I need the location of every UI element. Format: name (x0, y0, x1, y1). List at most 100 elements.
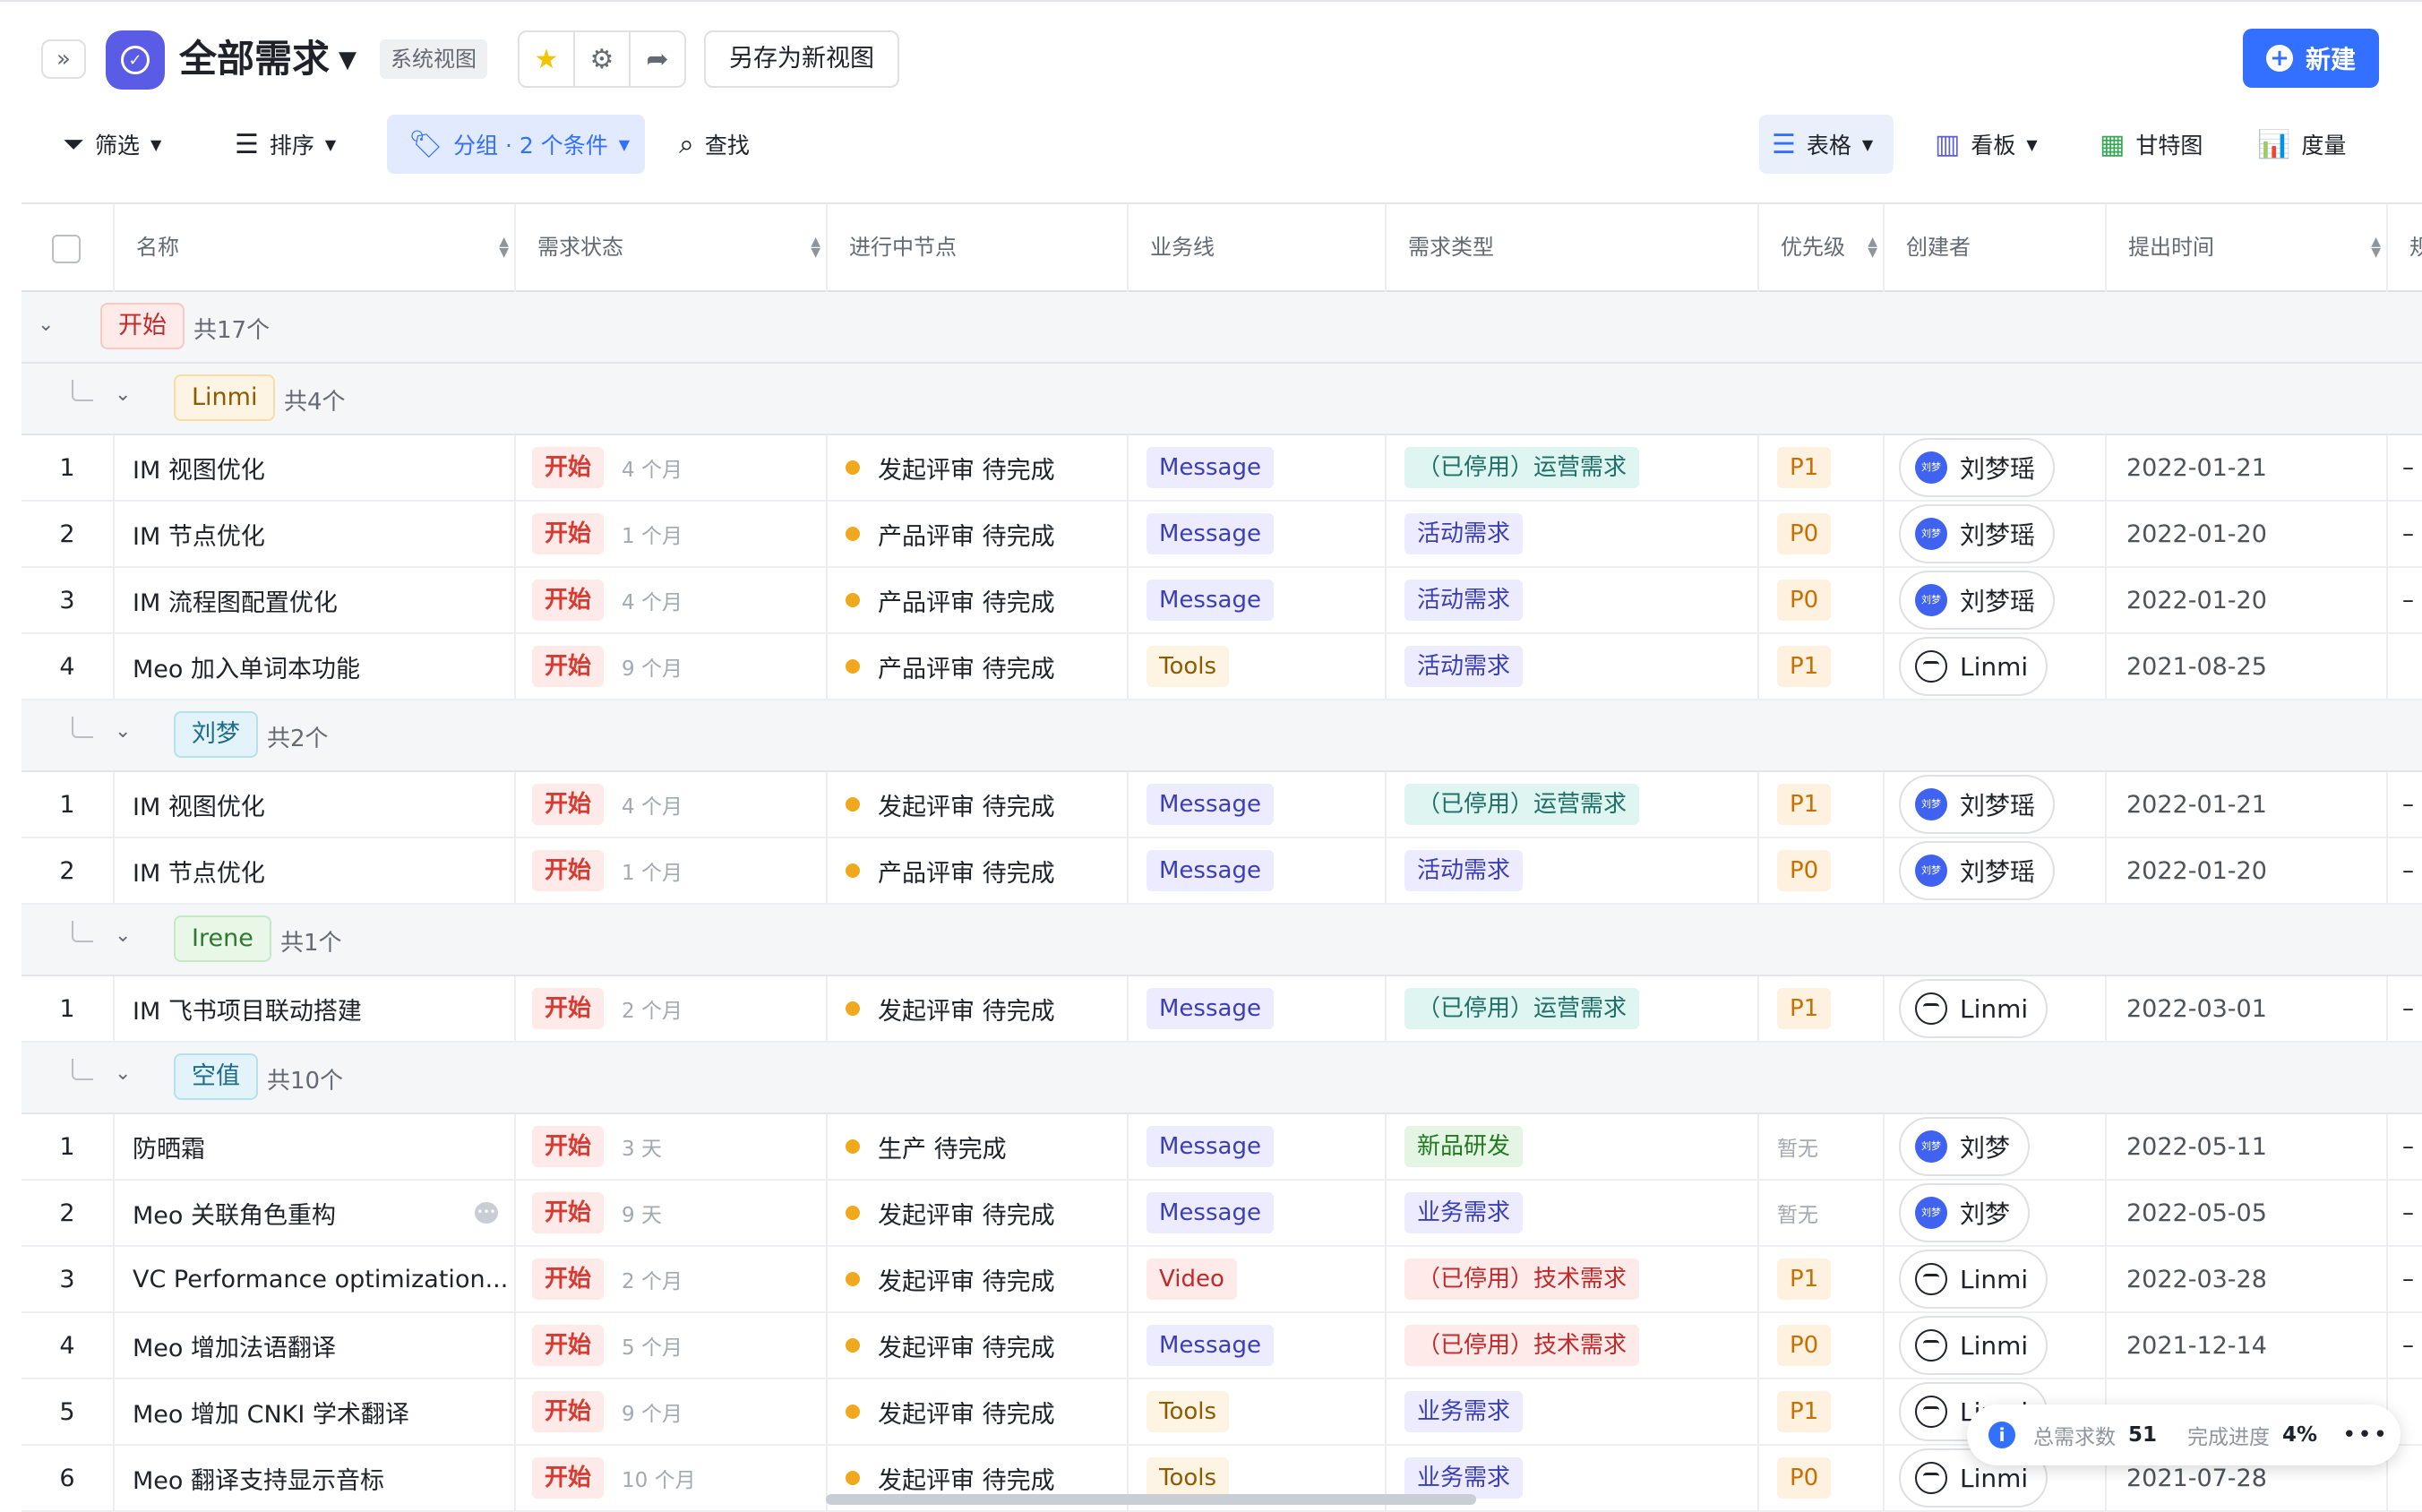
cell-node[interactable]: 发起评审 待完成 (828, 772, 1129, 837)
cell-name[interactable]: Meo 增加 CNKI 学术翻译 (115, 1379, 516, 1444)
header-creator[interactable]: 创建者 (1885, 204, 2107, 292)
creator-chip[interactable]: 刘梦 刘梦瑶 (1899, 775, 2056, 834)
cell-status[interactable]: 开始 5 个月 (516, 1313, 828, 1378)
row-name[interactable]: Meo 增加法语翻译 (133, 1328, 336, 1363)
cell-name[interactable]: IM 节点优化 (115, 838, 516, 903)
cell-biz[interactable]: Message (1129, 976, 1387, 1041)
cell-biz[interactable]: Message (1129, 1114, 1387, 1179)
sort-arrows-icon[interactable]: ▲ ▼ (1868, 236, 1877, 259)
cell-node[interactable]: 发起评审 待完成 (828, 435, 1129, 500)
cell-pri[interactable]: P0 (1759, 502, 1885, 566)
cell-node[interactable]: 生产 待完成 (828, 1114, 1129, 1179)
table-row[interactable]: 1 防晒霜 开始 3 天 生产 待完成 Message 新品研发 暂无 刘梦 刘梦 2022-05-… (21, 1114, 2422, 1181)
cell-idx[interactable]: 2 (21, 502, 115, 566)
table-row[interactable]: 1 IM 飞书项目联动搭建 开始 2 个月 发起评审 待完成 Message （已停用）运营… (21, 976, 2422, 1043)
creator-chip[interactable]: 刘梦 刘梦瑶 (1899, 571, 2056, 630)
cell-pri[interactable]: P1 (1759, 1379, 1885, 1444)
expand-sidebar-button[interactable]: » (41, 39, 86, 79)
sort-arrows-icon[interactable]: ▲ ▼ (2371, 236, 2381, 259)
cell-date[interactable]: 2022-01-20 (2107, 502, 2388, 566)
page-title[interactable]: 全部需求 (179, 32, 330, 86)
cell-node[interactable]: 发起评审 待完成 (828, 1379, 1129, 1444)
cell-type[interactable]: 活动需求 (1387, 634, 1759, 699)
table-row[interactable]: 3 IM 流程图配置优化 开始 4 个月 产品评审 待完成 Message 活动需求 P0 刘梦… (21, 568, 2422, 634)
caret-down-icon[interactable]: ▼ (339, 47, 356, 73)
cell-pri[interactable]: P0 (1759, 1446, 1885, 1510)
chevron-down-icon[interactable]: ⌄ (115, 720, 131, 743)
group-row[interactable]: ⌄ 开始 共17个 (21, 292, 2422, 364)
cell-biz[interactable]: Message (1129, 772, 1387, 837)
cell-type[interactable]: 业务需求 (1387, 1181, 1759, 1245)
horizontal-scrollbar[interactable] (826, 1494, 1476, 1505)
row-name[interactable]: IM 视图优化 (133, 787, 265, 822)
subgroup-row[interactable]: ⌄ 刘梦 共2个 (21, 700, 2422, 772)
header-created[interactable]: 提出时间 ▲ ▼ (2107, 204, 2388, 292)
creator-chip[interactable]: 刘梦 刘梦 (1899, 1117, 2031, 1176)
cell-node[interactable]: 产品评审 待完成 (828, 568, 1129, 632)
table-row[interactable]: 4 Meo 加入单词本功能 开始 9 个月 产品评审 待完成 Tools 活动需求 P1 Lin… (21, 634, 2422, 700)
cell-status[interactable]: 开始 9 个月 (516, 634, 828, 699)
row-name[interactable]: IM 节点优化 (133, 854, 265, 889)
cell-status[interactable]: 开始 10 个月 (516, 1446, 828, 1510)
table-row[interactable]: 2 IM 节点优化 开始 1 个月 产品评审 待完成 Message 活动需求 P0 刘梦 刘梦瑶… (21, 502, 2422, 568)
cell-biz[interactable]: Message (1129, 1181, 1387, 1245)
cell-creator[interactable]: 刘梦 刘梦 (1885, 1181, 2107, 1245)
cell-type[interactable]: 活动需求 (1387, 838, 1759, 903)
view-gantt-button[interactable]: ▦ 甘特图 (2087, 115, 2215, 174)
group-button[interactable]: 🏷 分组 · 2 个条件 ▼ (387, 115, 645, 174)
sort-button[interactable]: ☰ 排序 ▼ (222, 115, 348, 174)
sort-arrows-icon[interactable]: ▲ ▼ (811, 236, 820, 259)
cell-date[interactable]: 2021-08-25 (2107, 634, 2388, 699)
cell-name[interactable]: IM 飞书项目联动搭建 (115, 976, 516, 1041)
cell-name[interactable]: Meo 增加法语翻译 (115, 1313, 516, 1378)
creator-chip[interactable]: 刘梦 刘梦 (1899, 1183, 2031, 1242)
header-next[interactable]: 规 (2388, 204, 2422, 292)
cell-status[interactable]: 开始 4 个月 (516, 772, 828, 837)
creator-chip[interactable]: Linmi (1899, 1316, 2048, 1375)
cell-biz[interactable]: Message (1129, 838, 1387, 903)
cell-creator[interactable]: Linmi (1885, 634, 2107, 699)
cell-node[interactable]: 发起评审 待完成 (828, 1313, 1129, 1378)
find-button[interactable]: ⌕ 查找 (666, 115, 762, 174)
header-type[interactable]: 需求类型 (1387, 204, 1759, 292)
cell-idx[interactable]: 1 (21, 772, 115, 837)
gear-icon[interactable]: ⚙ (573, 32, 629, 86)
cell-next[interactable]: – (2388, 1247, 2422, 1311)
cell-creator[interactable]: 刘梦 刘梦瑶 (1885, 772, 2107, 837)
chevron-down-icon[interactable]: ⌄ (115, 1062, 131, 1085)
table-row[interactable]: 3 VC Performance optimization... 开始 2 个月 发起评… (21, 1247, 2422, 1313)
cell-idx[interactable]: 1 (21, 435, 115, 500)
cell-next[interactable]: – (2388, 502, 2422, 566)
cell-status[interactable]: 开始 9 个月 (516, 1379, 828, 1444)
creator-chip[interactable]: Linmi (1899, 979, 2048, 1038)
cell-name[interactable]: Meo 加入单词本功能 (115, 634, 516, 699)
cell-date[interactable]: 2022-01-20 (2107, 568, 2388, 632)
filter-button[interactable]: ⏷ 筛选 ▼ (50, 115, 174, 174)
cell-creator[interactable]: Linmi (1885, 1313, 2107, 1378)
cell-node[interactable]: 产品评审 待完成 (828, 502, 1129, 566)
more-icon[interactable]: ••• (2342, 1422, 2389, 1448)
header-status[interactable]: 需求状态 ▲ ▼ (516, 204, 828, 292)
cell-creator[interactable]: 刘梦 刘梦瑶 (1885, 568, 2107, 632)
cell-idx[interactable]: 1 (21, 976, 115, 1041)
cell-node[interactable]: 产品评审 待完成 (828, 634, 1129, 699)
cell-next[interactable]: – (2388, 435, 2422, 500)
cell-node[interactable]: 产品评审 待完成 (828, 838, 1129, 903)
cell-node[interactable]: 发起评审 待完成 (828, 1181, 1129, 1245)
cell-next[interactable]: – (2388, 772, 2422, 837)
cell-next[interactable]: – (2388, 568, 2422, 632)
row-name[interactable]: IM 流程图配置优化 (133, 583, 338, 618)
table-row[interactable]: 4 Meo 增加法语翻译 开始 5 个月 发起评审 待完成 Message （已停用）技术需… (21, 1313, 2422, 1379)
cell-pri[interactable]: P1 (1759, 435, 1885, 500)
table-row[interactable]: 1 IM 视图优化 开始 4 个月 发起评审 待完成 Message （已停用）运营需求 P1… (21, 772, 2422, 838)
cell-pri[interactable]: P1 (1759, 634, 1885, 699)
cell-idx[interactable]: 6 (21, 1446, 115, 1510)
cell-date[interactable]: 2022-01-21 (2107, 772, 2388, 837)
view-board-button[interactable]: ▥ 看板 ▼ (1922, 115, 2050, 174)
cell-pri[interactable]: 暂无 (1759, 1114, 1885, 1179)
cell-pri[interactable]: P1 (1759, 1247, 1885, 1311)
cell-date[interactable]: 2022-01-20 (2107, 838, 2388, 903)
cell-biz[interactable]: Video (1129, 1247, 1387, 1311)
table-row[interactable]: 1 IM 视图优化 开始 4 个月 发起评审 待完成 Message （已停用）运营需求 P1… (21, 435, 2422, 502)
new-button[interactable]: + 新建 (2243, 29, 2379, 88)
